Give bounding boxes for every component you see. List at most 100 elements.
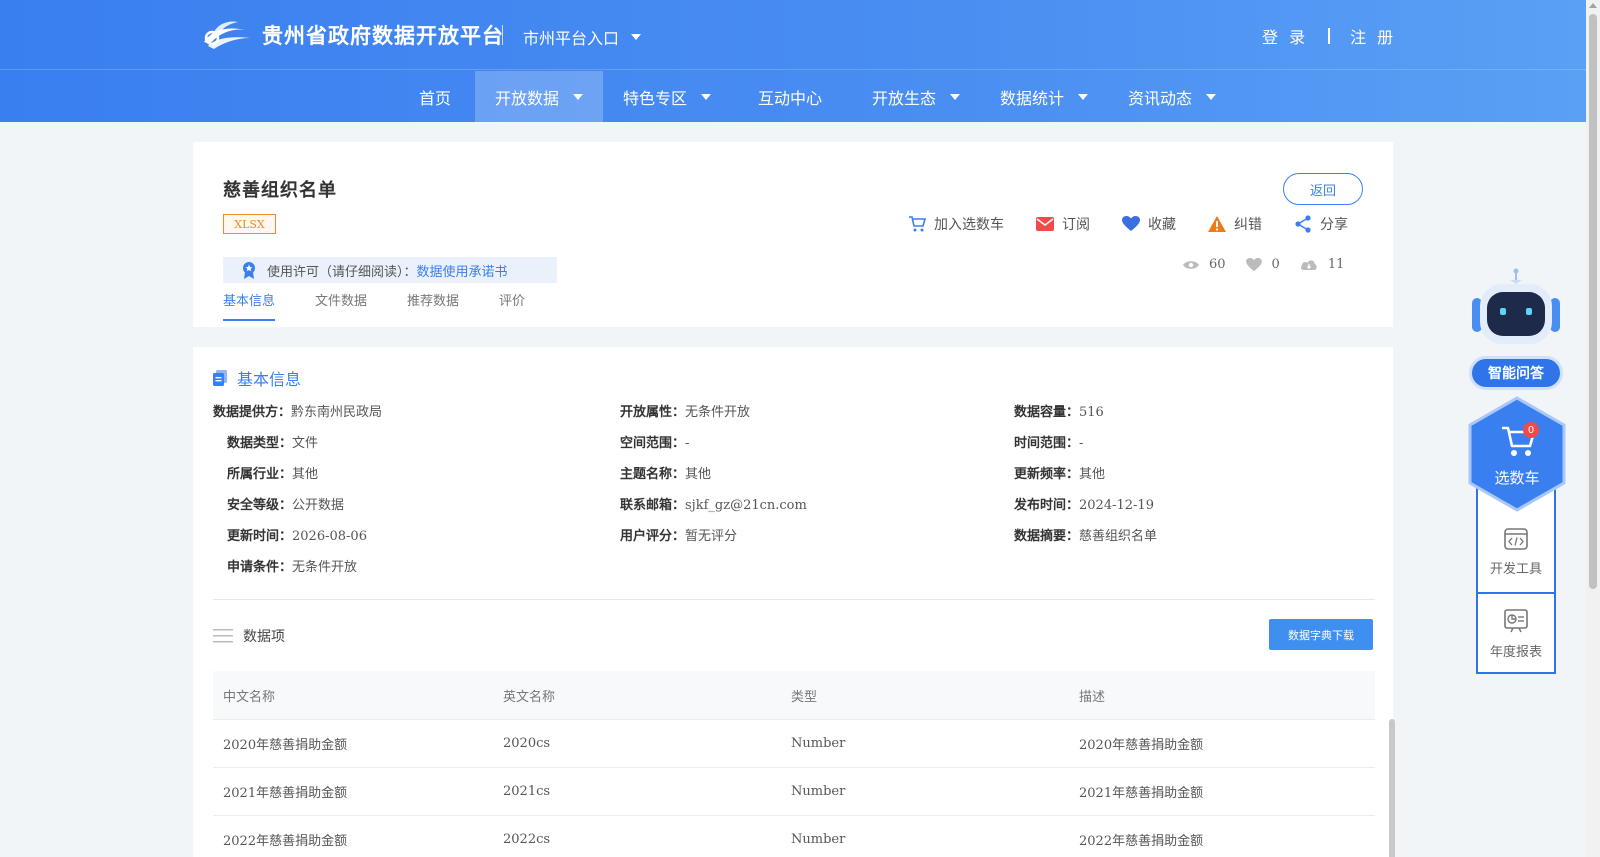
field-publish-date: 发布时间：2024-12-19	[1014, 494, 1154, 513]
section-divider	[213, 599, 1375, 600]
cart-label: 选数车	[1494, 469, 1540, 487]
tab-basic-info[interactable]: 基本信息	[223, 290, 276, 321]
action-label: 分享	[1320, 217, 1348, 233]
field-label: 数据提供方：	[213, 405, 292, 420]
field-value: 无条件开放	[685, 405, 751, 420]
field-value: 暂无评分	[685, 529, 738, 544]
chevron-down-icon	[1206, 93, 1216, 100]
field-value: 2024-12-19	[1079, 498, 1154, 513]
data-items-table: 中文名称 英文名称 类型 描述 2020年慈善捐助金额 2020cs Numbe…	[213, 671, 1395, 857]
nav-label: 开放数据	[494, 88, 559, 108]
table-row: 2021年慈善捐助金额 2021cs Number 2021年慈善捐助金额	[213, 767, 1375, 815]
nav-featured[interactable]: 特色专区	[603, 71, 731, 122]
chevron-down-icon	[950, 93, 960, 100]
scrollbar-thumb[interactable]	[1589, 14, 1597, 589]
table-cell: 2021年慈善捐助金额	[1079, 786, 1204, 801]
field-update-frequency: 更新频率：其他	[1014, 463, 1105, 482]
action-label: 加入选数车	[934, 217, 1004, 233]
basic-info-heading: 基本信息	[213, 366, 301, 390]
annual-report-button[interactable]: 年度报表	[1478, 594, 1554, 674]
nav-open-data[interactable]: 开放数据	[475, 71, 603, 122]
add-to-cart-button[interactable]: 加入选数车	[908, 214, 1004, 234]
field-summary: 数据摘要：慈善组织名单	[1014, 525, 1157, 544]
nav-label: 数据统计	[999, 88, 1064, 108]
nav-interaction[interactable]: 互动中心	[740, 71, 840, 122]
report-chart-icon	[1504, 608, 1528, 632]
field-label: 发布时间：	[1014, 498, 1080, 513]
nav-news[interactable]: 资讯动态	[1108, 71, 1236, 122]
table-scrollbar[interactable]	[1389, 719, 1395, 857]
cart-icon	[909, 216, 926, 232]
top-bar: 贵州省政府数据开放平台 市州平台入口 登 录 注 册	[0, 0, 1586, 70]
field-label: 所属行业：	[227, 467, 293, 482]
table-cell: 2020年慈善捐助金额	[223, 738, 348, 753]
field-time-range: 时间范围：-	[1014, 432, 1083, 451]
field-value: 文件	[292, 436, 319, 451]
field-value: 516	[1079, 405, 1104, 420]
share-button[interactable]: 分享	[1294, 214, 1348, 234]
share-icon	[1295, 215, 1311, 233]
scroll-up-icon[interactable]	[1589, 3, 1597, 8]
table-cell: 2020年慈善捐助金额	[1079, 738, 1204, 753]
field-value: 黔东南州民政局	[291, 405, 383, 420]
field-provider: 数据提供方：黔东南州民政局	[213, 401, 382, 420]
city-platform-dropdown[interactable]: 市州平台入口	[523, 25, 642, 49]
report-error-button[interactable]: 纠错	[1208, 214, 1262, 234]
table-cell: Number	[791, 784, 846, 799]
site-logo-icon[interactable]	[200, 16, 252, 52]
field-label: 数据类型：	[227, 436, 293, 451]
subscribe-button[interactable]: 订阅	[1036, 214, 1090, 234]
table-cell: 2022年慈善捐助金额	[223, 834, 348, 849]
column-header: 英文名称	[503, 689, 556, 705]
tab-reviews[interactable]: 评价	[499, 290, 525, 321]
table-row: 2020年慈善捐助金额 2020cs Number 2020年慈善捐助金额	[213, 719, 1375, 767]
field-industry: 所属行业：其他	[227, 463, 318, 482]
section-title: 数据项	[243, 629, 285, 645]
cloud-download-icon	[1300, 259, 1317, 270]
field-theme: 主题名称：其他	[620, 463, 711, 482]
nav-ecosystem[interactable]: 开放生态	[852, 71, 980, 122]
detail-tabs: 基本信息 文件数据 推荐数据 评价	[223, 290, 525, 321]
field-value: 无条件开放	[292, 560, 358, 575]
list-icon	[213, 629, 233, 643]
field-label: 安全等级：	[227, 498, 293, 513]
tab-file-data[interactable]: 文件数据	[315, 290, 367, 321]
register-link[interactable]: 注 册	[1350, 24, 1396, 48]
license-link[interactable]: 数据使用承诺书	[417, 261, 508, 280]
field-security-level: 安全等级：公开数据	[227, 494, 344, 513]
favorite-button[interactable]: 收藏	[1122, 214, 1176, 234]
action-label: 订阅	[1062, 217, 1090, 233]
dictionary-download-button[interactable]: 数据字典下载	[1269, 619, 1373, 650]
site-title[interactable]: 贵州省政府数据开放平台	[262, 20, 504, 50]
like-count: 0	[1245, 257, 1280, 272]
field-value: 慈善组织名单	[1079, 529, 1158, 544]
field-label: 主题名称：	[620, 467, 686, 482]
robot-assistant-icon[interactable]	[1470, 268, 1562, 348]
field-label: 数据摘要：	[1014, 529, 1080, 544]
field-data-type: 数据类型：文件	[227, 432, 318, 451]
dataset-stats: 60 0 11	[1183, 257, 1364, 272]
data-items-heading: 数据项	[213, 626, 285, 646]
field-contact-email: 联系邮箱：sjkf_gz@21cn.com	[620, 494, 807, 513]
cart-count-badge: 0	[1523, 422, 1539, 438]
code-window-icon	[1504, 527, 1528, 550]
eye-icon	[1183, 260, 1199, 269]
download-count-value: 11	[1327, 257, 1345, 272]
dev-tools-button[interactable]: 开发工具	[1478, 512, 1554, 592]
award-ribbon-icon	[243, 262, 255, 279]
back-button[interactable]: 返回	[1283, 173, 1363, 205]
nav-statistics[interactable]: 数据统计	[980, 71, 1108, 122]
table-row: 2022年慈善捐助金额 2022cs Number 2022年慈善捐助金额	[213, 815, 1375, 857]
tab-recommended[interactable]: 推荐数据	[407, 290, 459, 321]
nav-home[interactable]: 首页	[395, 71, 475, 122]
title-divider	[502, 25, 503, 45]
basic-info-card: 基本信息 数据提供方：黔东南州民政局 开放属性：无条件开放 数据容量：516 数…	[193, 347, 1395, 857]
auth-links: 登 录 注 册	[1262, 24, 1396, 48]
like-count-value: 0	[1271, 257, 1280, 272]
field-value: 2026-08-06	[292, 529, 367, 544]
page-scrollbar[interactable]	[1586, 0, 1600, 857]
login-link[interactable]: 登 录	[1262, 24, 1308, 48]
heart-icon	[1245, 257, 1262, 271]
ai-qa-button[interactable]: 智能问答	[1469, 356, 1563, 390]
site-header: 贵州省政府数据开放平台 市州平台入口 登 录 注 册 首页 开放数据 特色专区 …	[0, 0, 1586, 122]
